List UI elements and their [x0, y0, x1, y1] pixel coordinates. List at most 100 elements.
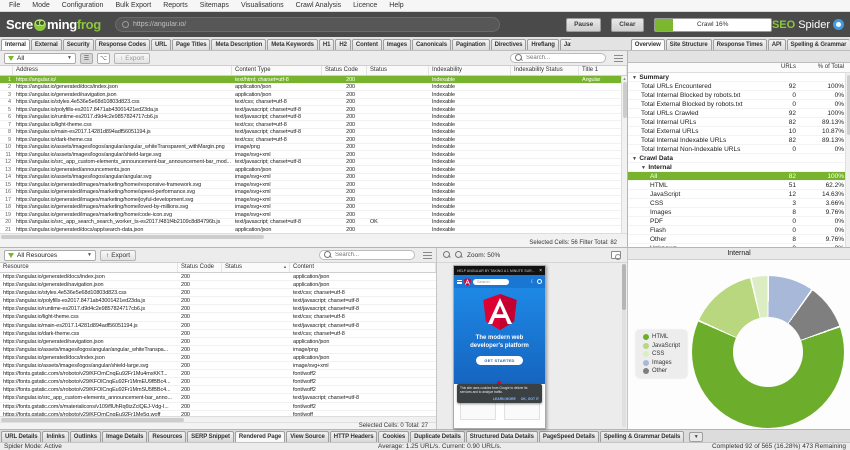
overview-row-total-internal-indexable-urls[interactable]: Total Internal Indexable URLs8289.13%: [628, 136, 850, 145]
table-row[interactable]: https://angular.io/src_app_custom-elemen…: [0, 394, 436, 402]
table-row[interactable]: https://fonts.gstatic.com/s/roboto/v29/K…: [0, 370, 436, 378]
tab-meta-description[interactable]: Meta Description: [211, 39, 266, 50]
overview-row-total-internal-urls[interactable]: Total Internal URLs8289.13%: [628, 118, 850, 127]
collapse-arrow-icon[interactable]: ▼: [632, 156, 638, 162]
table-row[interactable]: https://angular.io/light-theme.css200tex…: [0, 313, 436, 321]
tab-external[interactable]: External: [31, 39, 62, 50]
clear-button[interactable]: Clear: [611, 18, 643, 32]
tab-duplicate-details[interactable]: Duplicate Details: [410, 431, 465, 442]
tab-response-times[interactable]: Response Times: [713, 39, 767, 50]
tree-view-button[interactable]: ⌥: [97, 53, 110, 64]
table-row[interactable]: https://angular.io/generated/navigation.…: [0, 338, 436, 346]
filter-dropdown[interactable]: All ▼: [4, 53, 76, 64]
overview-row-crawl-data[interactable]: ▼ Crawl Data: [628, 154, 850, 163]
table-row[interactable]: 3https://angular.io/generated/navigation…: [0, 91, 627, 99]
tab-h2[interactable]: H2: [335, 39, 350, 50]
url-input[interactable]: [133, 21, 493, 28]
tab-hreflang[interactable]: Hreflang: [527, 39, 559, 50]
overview-row-flash[interactable]: Flash00%: [628, 226, 850, 235]
table-row[interactable]: https://fonts.gstatic.com/s/roboto/v29/K…: [0, 378, 436, 386]
menu-item-bulk-export[interactable]: Bulk Export: [110, 2, 156, 9]
resources-filter-dropdown[interactable]: All Resources ▼: [4, 250, 96, 261]
url-bar[interactable]: [115, 17, 500, 32]
collapse-arrow-icon[interactable]: ▼: [632, 75, 638, 81]
table-row[interactable]: https://angular.io/generated/navigation.…: [0, 281, 436, 289]
scroll-thumb[interactable]: [1, 418, 184, 422]
table-row[interactable]: 2https://angular.io/generated/docs/index…: [0, 84, 627, 92]
tab-images[interactable]: Images: [383, 39, 411, 50]
table-row[interactable]: 11https://angular.io/assets/images/logos…: [0, 151, 627, 159]
top-search-box[interactable]: [510, 53, 606, 63]
bottom-search-input[interactable]: [335, 252, 410, 258]
column-header-status-code[interactable]: Status Code: [322, 66, 367, 75]
tab-overview[interactable]: Overview: [631, 39, 665, 50]
overview-row-total-external-blocked-by-robots-txt[interactable]: Total External Blocked by robots.txt00%: [628, 100, 850, 109]
tab-structured-data-details[interactable]: Structured Data Details: [466, 431, 538, 442]
tab-resources[interactable]: Resources: [148, 431, 186, 442]
table-row[interactable]: 6https://angular.io/runtime-es2017.d9d4c…: [0, 114, 627, 122]
menu-item-reports[interactable]: Reports: [158, 2, 193, 9]
tab-serp-snippet[interactable]: SERP Snippet: [187, 431, 234, 442]
overview-scrollbar[interactable]: [845, 73, 850, 247]
overview-row-summary[interactable]: ▼ Summary: [628, 73, 850, 82]
table-row[interactable]: 10https://angular.io/assets/images/logos…: [0, 144, 627, 152]
zoom-out-icon[interactable]: [443, 251, 451, 259]
table-row[interactable]: https://angular.io/generated/docs/index.…: [0, 354, 436, 362]
resources-export-button[interactable]: ↑Export: [100, 250, 136, 261]
column-header-title-1[interactable]: Title 1: [579, 66, 627, 75]
scroll-thumb[interactable]: [622, 264, 626, 310]
tab-security[interactable]: Security: [63, 39, 94, 50]
column-header-pct[interactable]: % of Total: [802, 63, 850, 72]
column-header-address[interactable]: Address: [13, 66, 232, 75]
tab-outlinks[interactable]: Outlinks: [70, 431, 101, 442]
table-row[interactable]: https://angular.io/main-es2017.14281d894…: [0, 322, 436, 330]
tab-cookies[interactable]: Cookies: [378, 431, 409, 442]
table-row[interactable]: 17https://angular.io/generated/images/ma…: [0, 196, 627, 204]
overview-row-all[interactable]: All82100%: [628, 172, 850, 181]
tab-pagespeed-details[interactable]: PageSpeed Details: [539, 431, 599, 442]
column-header-status[interactable]: Status▲: [222, 263, 290, 272]
scroll-thumb[interactable]: [1, 235, 264, 239]
tab-h1[interactable]: H1: [319, 39, 334, 50]
overview-row-total-internal-non-indexable-urls[interactable]: Total Internal Non-Indexable URLs00%: [628, 145, 850, 154]
pause-button[interactable]: Pause: [566, 18, 601, 32]
column-header-resource[interactable]: Resource: [0, 263, 178, 272]
menu-item-file[interactable]: File: [4, 2, 25, 9]
overview-row-total-internal-blocked-by-robots-txt[interactable]: Total Internal Blocked by robots.txt00%: [628, 91, 850, 100]
menu-item-licence[interactable]: Licence: [348, 2, 382, 9]
tab-site-structure[interactable]: Site Structure: [666, 39, 712, 50]
tab-page-titles[interactable]: Page Titles: [172, 39, 210, 50]
column-header-indexability-status[interactable]: Indexability Status: [511, 66, 579, 75]
table-row[interactable]: 19https://angular.io/generated/images/ma…: [0, 211, 627, 219]
overview-row-total-urls-crawled[interactable]: Total URLs Crawled92100%: [628, 109, 850, 118]
table-row[interactable]: https://angular.io/runtime-es2017.d9d4c2…: [0, 305, 436, 313]
table-row[interactable]: 9https://angular.io/dark-theme.csstext/c…: [0, 136, 627, 144]
menu-item-mode[interactable]: Mode: [27, 2, 55, 9]
table-row[interactable]: https://angular.io/polyfills-es2017.8471…: [0, 297, 436, 305]
overview-row-html[interactable]: HTML5162.2%: [628, 181, 850, 190]
table-row[interactable]: 18https://angular.io/generated/images/ma…: [0, 204, 627, 212]
table-row[interactable]: https://angular.io/assets/images/logos/a…: [0, 362, 436, 370]
tab-content[interactable]: Content: [352, 39, 382, 50]
column-header-status[interactable]: Status: [367, 66, 429, 75]
menu-item-sitemaps[interactable]: Sitemaps: [195, 2, 234, 9]
menu-item-configuration[interactable]: Configuration: [57, 2, 109, 9]
scroll-up-icon[interactable]: ▲: [622, 76, 627, 81]
table-row[interactable]: 12https://angular.io/src_app_custom-elem…: [0, 159, 627, 167]
column-header-content[interactable]: Content: [290, 263, 436, 272]
menu-item-help[interactable]: Help: [384, 2, 408, 9]
column-header-urls[interactable]: URLs: [766, 63, 802, 72]
tab-spelling-grammar-details[interactable]: Spelling & Grammar Details: [600, 431, 684, 442]
table-row[interactable]: https://angular.io/assets/images/logos/a…: [0, 346, 436, 354]
top-search-input[interactable]: [526, 55, 601, 61]
top-vertical-scrollbar[interactable]: ▲: [621, 76, 627, 233]
tab-inlinks[interactable]: Inlinks: [42, 431, 68, 442]
bottom-horizontal-scrollbar[interactable]: [0, 416, 436, 422]
export-button[interactable]: ↑Export: [114, 53, 150, 64]
table-row[interactable]: 21https://angular.io/generated/docs/app/…: [0, 226, 627, 233]
overview-row-total-external-urls[interactable]: Total External URLs1010.87%: [628, 127, 850, 136]
column-header-rownum[interactable]: [0, 66, 13, 75]
column-header-content-type[interactable]: Content Type: [232, 66, 322, 75]
list-view-button[interactable]: ☰: [80, 53, 93, 64]
table-row[interactable]: 4https://angular.io/styles.4e536e5e68d10…: [0, 99, 627, 107]
